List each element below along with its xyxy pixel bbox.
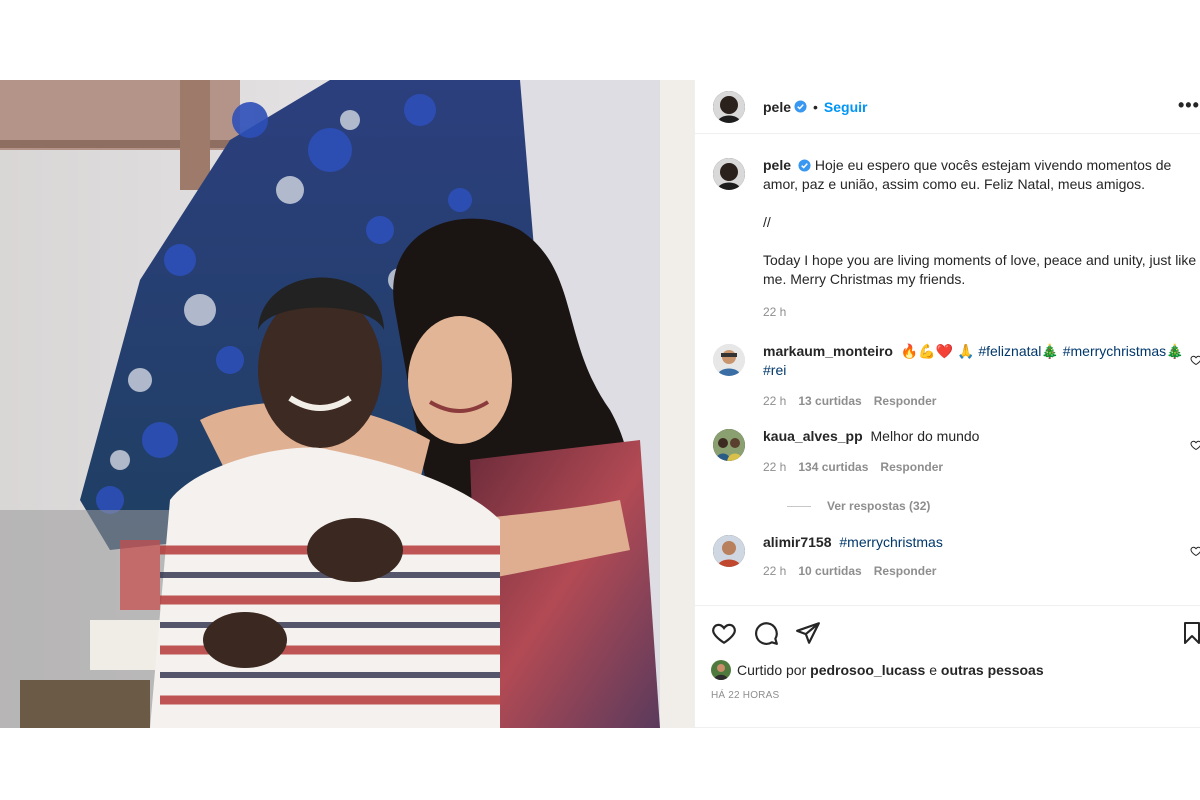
comment-item: alimir7158 #merrychristmas 22 h 10 curtid… xyxy=(713,533,1200,581)
comment-likes[interactable]: 10 curtidas xyxy=(798,564,861,578)
post-side-panel: pele • Seguir ••• pele Hoje eu espero qu… xyxy=(694,80,1200,728)
comment-hashtag[interactable]: #feliznatal🎄 xyxy=(978,343,1058,359)
reply-button[interactable]: Responder xyxy=(874,564,937,578)
comment-like-heart-icon[interactable] xyxy=(1190,545,1200,557)
comment-likes[interactable]: 134 curtidas xyxy=(798,460,868,474)
view-replies-button[interactable]: Ver respostas (32) xyxy=(787,499,1200,513)
comment-item: kaua_alves_pp Melhor do mundo 22 h 134 cu… xyxy=(713,427,1200,477)
comment-username[interactable]: kaua_alves_pp xyxy=(763,428,863,444)
replies-divider-line xyxy=(787,505,811,507)
liked-by-user[interactable]: pedrosoo_lucass xyxy=(810,662,925,678)
liker-avatar[interactable] xyxy=(711,660,731,680)
comment-text: Melhor do mundo xyxy=(870,428,980,444)
comment-time[interactable]: 22 h xyxy=(763,460,786,474)
verified-icon xyxy=(798,159,811,172)
author-avatar-small[interactable] xyxy=(713,158,745,190)
caption-text-pt: Hoje eu espero que vocês estejam vivendo… xyxy=(763,157,1172,192)
reply-button[interactable]: Responder xyxy=(874,394,937,408)
caption-separator: // xyxy=(763,214,771,230)
post-timestamp[interactable]: HÁ 22 HORAS xyxy=(711,690,1200,701)
more-options-icon[interactable]: ••• xyxy=(1178,96,1200,114)
comment-emojis: 🔥💪❤️ 🙏 xyxy=(900,343,975,359)
view-replies-label[interactable]: Ver respostas (32) xyxy=(827,499,930,513)
header-dot-separator: • xyxy=(813,98,818,115)
comment-item: markaum_monteiro 🔥💪❤️ 🙏 #feliznatal🎄 #me… xyxy=(713,342,1200,411)
commenter-avatar[interactable] xyxy=(713,535,745,567)
author-avatar[interactable] xyxy=(713,90,745,123)
verified-icon xyxy=(794,100,807,113)
instagram-post: pele • Seguir ••• pele Hoje eu espero qu… xyxy=(0,80,1200,728)
liked-by-line: Curtido por pedrosoo_lucass e outras pes… xyxy=(711,660,1200,680)
comment-time[interactable]: 22 h xyxy=(763,394,786,408)
commenter-avatar[interactable] xyxy=(713,429,745,461)
liked-by-conj: e xyxy=(929,662,937,678)
author-username[interactable]: pele xyxy=(763,99,791,115)
photo-illustration xyxy=(0,80,694,728)
caption-text-en: Today I hope you are living moments of l… xyxy=(763,252,1197,287)
comment-hashtag[interactable]: #rei xyxy=(763,362,786,378)
comment-username[interactable]: alimir7158 xyxy=(763,534,832,550)
comment-likes[interactable]: 13 curtidas xyxy=(798,394,861,408)
reply-button[interactable]: Responder xyxy=(880,460,943,474)
liked-by-prefix: Curtido por xyxy=(737,662,807,678)
caption: pele Hoje eu espero que vocês estejam vi… xyxy=(713,156,1200,322)
post-photo[interactable] xyxy=(0,80,694,728)
caption-time[interactable]: 22 h xyxy=(763,305,786,319)
liked-by-others[interactable]: outras pessoas xyxy=(941,662,1044,678)
comment-like-heart-icon[interactable] xyxy=(1190,439,1200,451)
comment-hashtag[interactable]: #merrychristmas🎄 xyxy=(1063,343,1184,359)
post-header: pele • Seguir ••• xyxy=(695,80,1200,134)
heart-icon[interactable] xyxy=(711,620,737,646)
comment-hashtag[interactable]: #merrychristmas xyxy=(839,534,942,550)
comments-section[interactable]: pele Hoje eu espero que vocês estejam vi… xyxy=(695,134,1200,605)
commenter-avatar[interactable] xyxy=(713,344,745,376)
post-actions: Curtido por pedrosoo_lucass e outras pes… xyxy=(695,605,1200,727)
comment-username[interactable]: markaum_monteiro xyxy=(763,343,893,359)
share-icon[interactable] xyxy=(795,620,821,646)
comment-icon[interactable] xyxy=(753,620,779,646)
caption-username[interactable]: pele xyxy=(763,157,791,173)
comment-like-heart-icon[interactable] xyxy=(1190,354,1200,366)
bookmark-icon[interactable] xyxy=(1180,621,1200,645)
follow-button[interactable]: Seguir xyxy=(824,99,868,115)
comment-time[interactable]: 22 h xyxy=(763,564,786,578)
